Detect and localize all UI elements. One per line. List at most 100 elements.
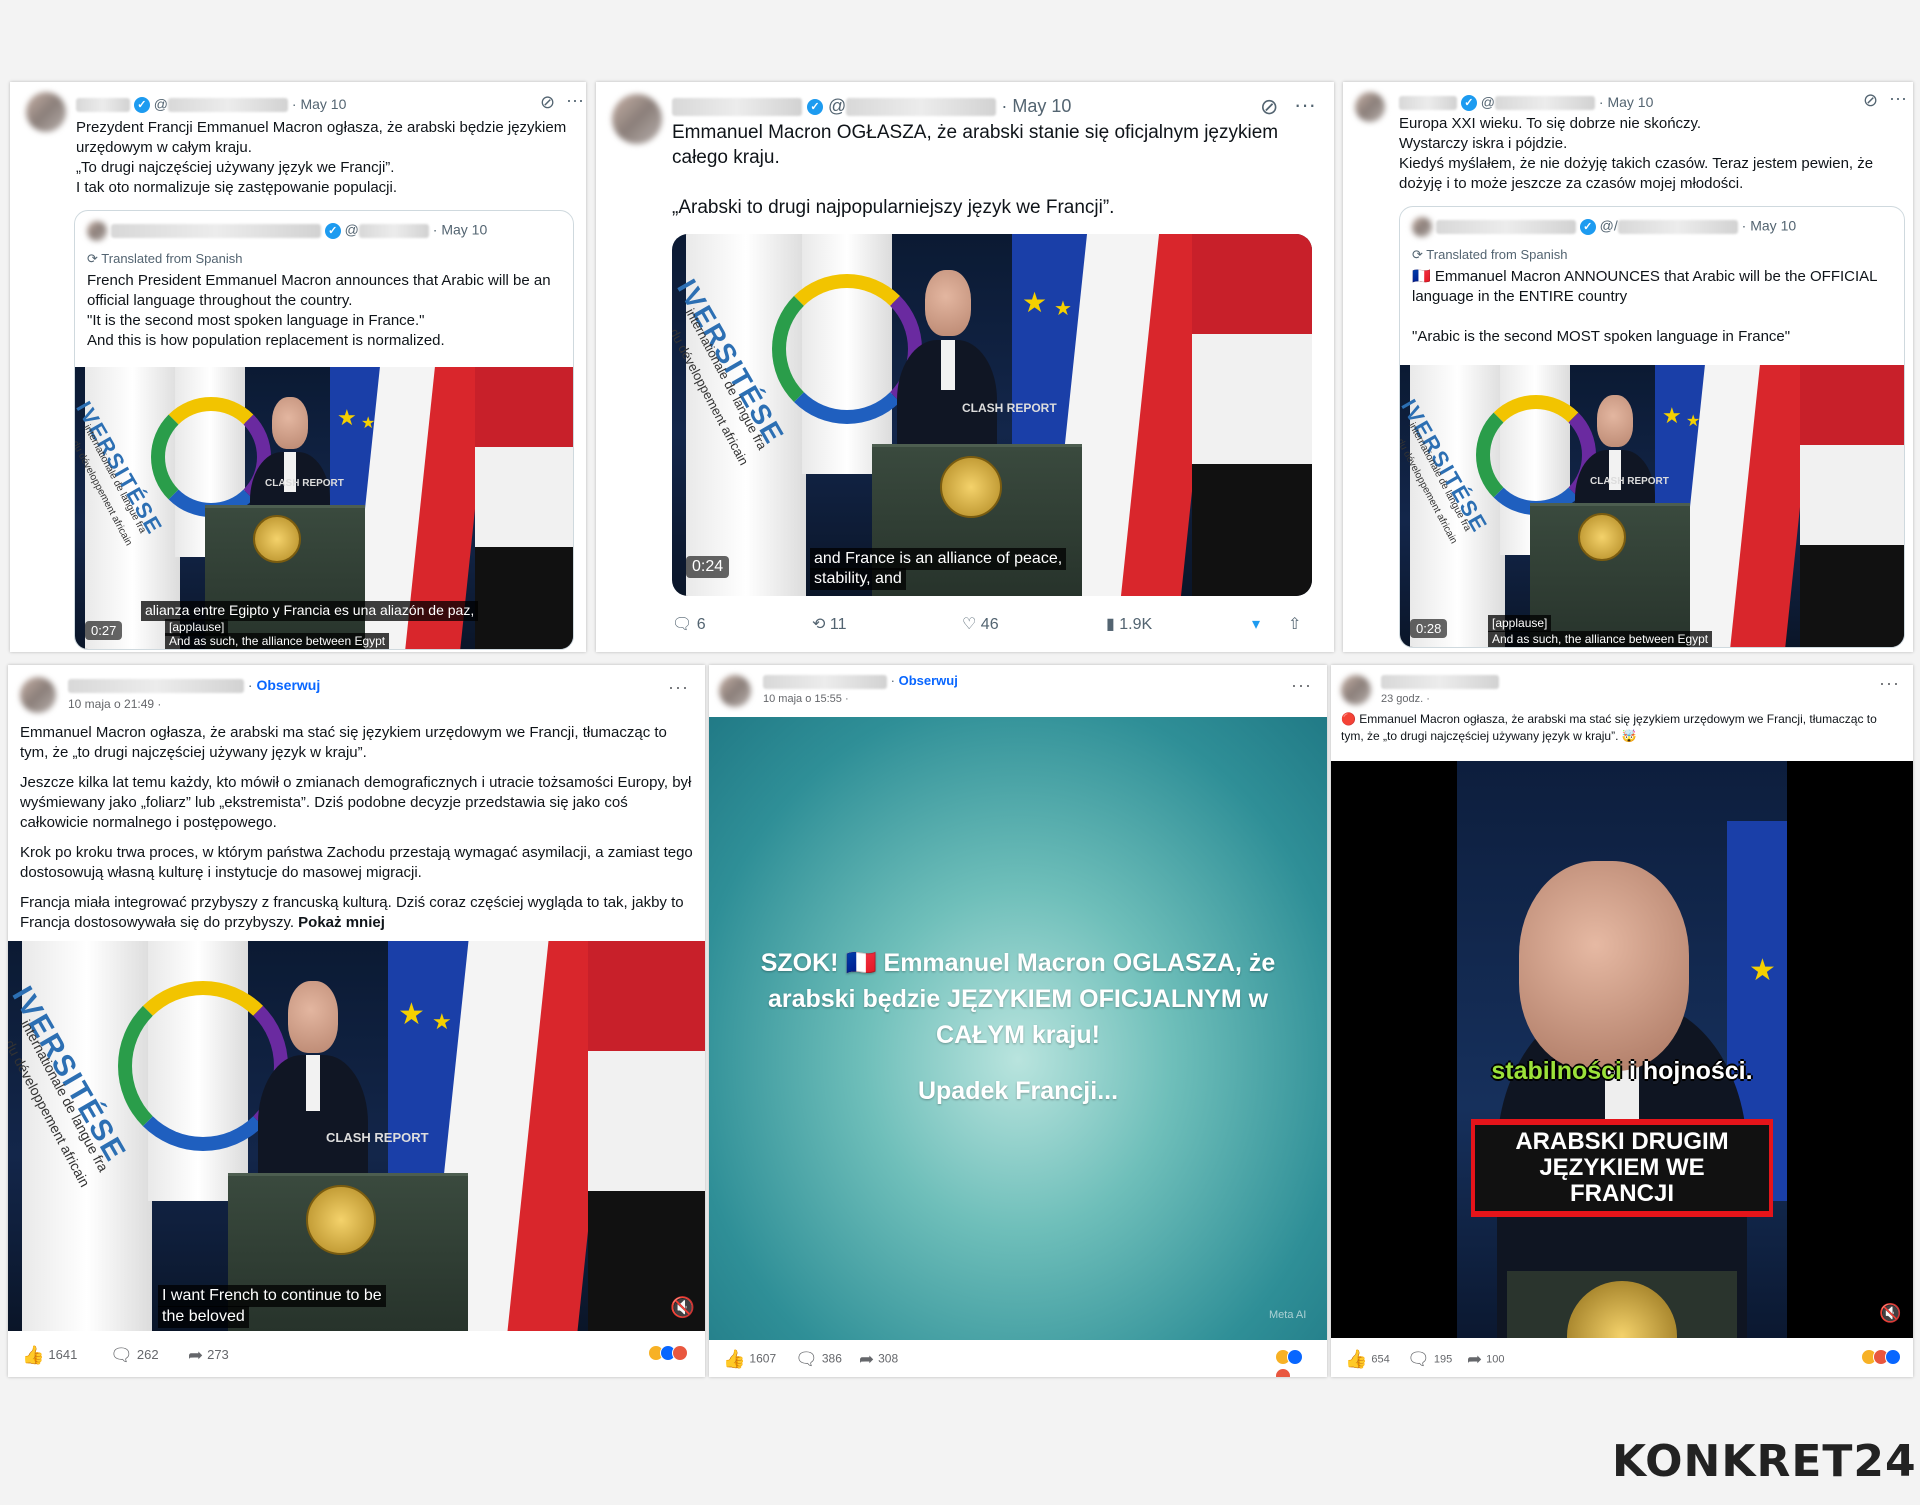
tweet-text: Emmanuel Macron OGŁASZA, że arabski stan… [672, 122, 1279, 218]
share-button[interactable]: ➦ 100 [1467, 1349, 1504, 1370]
avatar[interactable] [612, 94, 662, 144]
tweet-date[interactable]: May 10 [300, 96, 346, 112]
tweet-card-3: ✓ @ · May 10 ⊘ ··· Europa XXI wieku. To … [1343, 82, 1913, 652]
username-blurred[interactable] [763, 674, 887, 689]
subtitle-line: stability, and [810, 568, 906, 590]
video-player[interactable]: ★ stabilności i hojności. ARABSKI DRUGIM… [1331, 761, 1913, 1338]
thumb-up-icon: 👍 [723, 1349, 746, 1369]
like-button[interactable]: 👍 1641 [22, 1345, 77, 1366]
comment-icon: 🗨 [795, 1349, 818, 1369]
video-player[interactable]: IVERSITÉSE internationale de langue fra … [75, 367, 573, 649]
share-icon: ⇧ [1288, 616, 1302, 633]
comment-button[interactable]: 🗨 195 [1407, 1349, 1452, 1370]
handle-blurred[interactable] [168, 98, 288, 113]
show-less-link[interactable]: Pokaż mniej [298, 914, 385, 931]
mute-icon[interactable]: 🔇 [1879, 1303, 1901, 1324]
fb-post-card-1: · Obserwuj 10 maja o 21:49 · ··· Emmanue… [8, 665, 705, 1377]
bookmark-button[interactable]: ▾ [1252, 614, 1260, 634]
angry-icon [672, 1345, 688, 1361]
quote-date: May 10 [1750, 217, 1797, 234]
post-text: Emmanuel Macron ogłasza, że arabski ma s… [20, 724, 693, 931]
handle-blurred[interactable] [846, 98, 997, 117]
post-header: · Obserwuj [68, 677, 320, 694]
verified-icon: ✓ [133, 97, 150, 114]
avatar[interactable] [26, 92, 66, 132]
quote-tweet[interactable]: ✓ @/ · May 10 ⟳ Translated from Spanish … [1399, 206, 1905, 648]
share-button[interactable]: ⇧ [1288, 614, 1301, 634]
more-icon[interactable]: ··· [1879, 673, 1900, 694]
share-icon: ➦ [1467, 1349, 1483, 1369]
more-icon[interactable]: ··· [1294, 92, 1316, 118]
avatar[interactable] [1341, 675, 1371, 705]
grok-icon[interactable]: ⊘ [1260, 94, 1278, 120]
translate-icon: ⟳ [1412, 247, 1423, 262]
views-button[interactable]: ▮ 1.9K [1106, 614, 1152, 634]
text-background-post[interactable]: SZOK! 🇫🇷 Emmanuel Macron OGLASZA, że ara… [709, 717, 1327, 1340]
post-header: · Obserwuj [763, 673, 958, 689]
like-button[interactable]: 👍 654 [1345, 1349, 1390, 1370]
post-date[interactable]: 10 maja o 21:49 · [68, 697, 161, 711]
like-reaction-icon [1885, 1349, 1901, 1365]
like-button[interactable]: 👍 1607 [723, 1349, 776, 1370]
avatar[interactable] [20, 677, 56, 713]
subtitle-line: And as such, the alliance between Egypt [165, 633, 390, 649]
mute-icon[interactable]: 🔇 [670, 1295, 695, 1320]
video-player[interactable]: IVERSITÉSE internationale de langue fra … [1400, 365, 1904, 647]
post-headline: SZOK! 🇫🇷 Emmanuel Macron OGLASZA, że ara… [760, 949, 1276, 1049]
avatar[interactable] [719, 675, 751, 707]
post-date[interactable]: 10 maja o 15:55 · [763, 693, 849, 705]
share-button[interactable]: ➦ 308 [859, 1349, 898, 1370]
subtitle-line: And as such, the alliance between Egypt [1488, 631, 1713, 647]
more-icon[interactable]: ··· [668, 677, 689, 698]
verified-icon: ✓ [324, 223, 341, 239]
comment-icon: 🗨 [1407, 1349, 1430, 1369]
subtitle-line: alianza entre Egipto y Francia es una al… [141, 601, 479, 621]
follow-button[interactable]: Obserwuj [256, 677, 320, 693]
quote-header: ✓ @ · May 10 [87, 221, 487, 241]
like-reaction-icon [1287, 1349, 1303, 1365]
retweet-button[interactable]: ⟲ 11 [812, 614, 846, 634]
avatar[interactable] [1355, 92, 1385, 122]
tweet-text: Prezydent Francji Emmanuel Macron ogłasz… [76, 119, 567, 196]
share-icon: ➦ [859, 1349, 875, 1369]
tweet-header: ✓ @ · May 10 [672, 96, 1071, 117]
quote-text: French President Emmanuel Macron announc… [87, 272, 551, 349]
follow-button[interactable]: Obserwuj [899, 673, 958, 688]
grok-icon[interactable]: ⊘ [1863, 90, 1878, 111]
handle-blurred[interactable] [1495, 96, 1595, 111]
reactions-summary[interactable] [648, 1345, 688, 1364]
thumb-up-icon: 👍 [22, 1345, 45, 1365]
tweet-date[interactable]: May 10 [1607, 94, 1653, 110]
comment-button[interactable]: 🗨 262 [110, 1345, 159, 1366]
reply-button[interactable]: 🗨 6 [672, 614, 706, 634]
share-button[interactable]: ➦ 273 [188, 1345, 229, 1366]
video-player[interactable]: IVERSITÉSE internationale de langue fra … [672, 234, 1312, 596]
reactions-summary[interactable] [1861, 1349, 1901, 1368]
more-icon[interactable]: ··· [1291, 675, 1312, 696]
comment-button[interactable]: 🗨 386 [795, 1349, 842, 1370]
username-blurred[interactable] [1399, 96, 1457, 111]
translated-label: ⟳ Translated from Spanish [1412, 247, 1568, 262]
translated-label: ⟳ Translated from Spanish [87, 251, 243, 266]
reactions-summary[interactable] [1275, 1349, 1313, 1377]
konkret24-logo: KONKRET24 [1612, 1436, 1917, 1487]
username-blurred[interactable] [1381, 674, 1499, 689]
quote-text: 🇫🇷 Emmanuel Macron ANNOUNCES that Arabic… [1412, 268, 1878, 345]
grok-icon[interactable]: ⊘ [540, 92, 555, 113]
quote-tweet[interactable]: ✓ @ · May 10 ⟳ Translated from Spanish F… [74, 210, 574, 650]
post-header [1381, 673, 1499, 689]
tweet-date[interactable]: May 10 [1012, 96, 1071, 116]
username-blurred[interactable] [672, 98, 802, 117]
post-subline: Upadek Francji... [917, 1077, 1119, 1105]
post-date[interactable]: 23 godz. · [1381, 693, 1430, 705]
like-button[interactable]: ♡ 46 [962, 614, 999, 634]
verified-icon: ✓ [1579, 219, 1596, 235]
video-player[interactable]: IVERSITÉSE internationale de langue fra … [8, 941, 705, 1331]
share-icon: ➦ [188, 1345, 204, 1365]
username-blurred[interactable] [76, 98, 130, 113]
username-blurred[interactable] [68, 679, 244, 694]
subtitle-line: [applause] [1488, 615, 1552, 632]
bookmark-icon: ▾ [1252, 616, 1261, 633]
more-icon[interactable]: ··· [566, 90, 584, 111]
more-icon[interactable]: ··· [1889, 88, 1907, 109]
